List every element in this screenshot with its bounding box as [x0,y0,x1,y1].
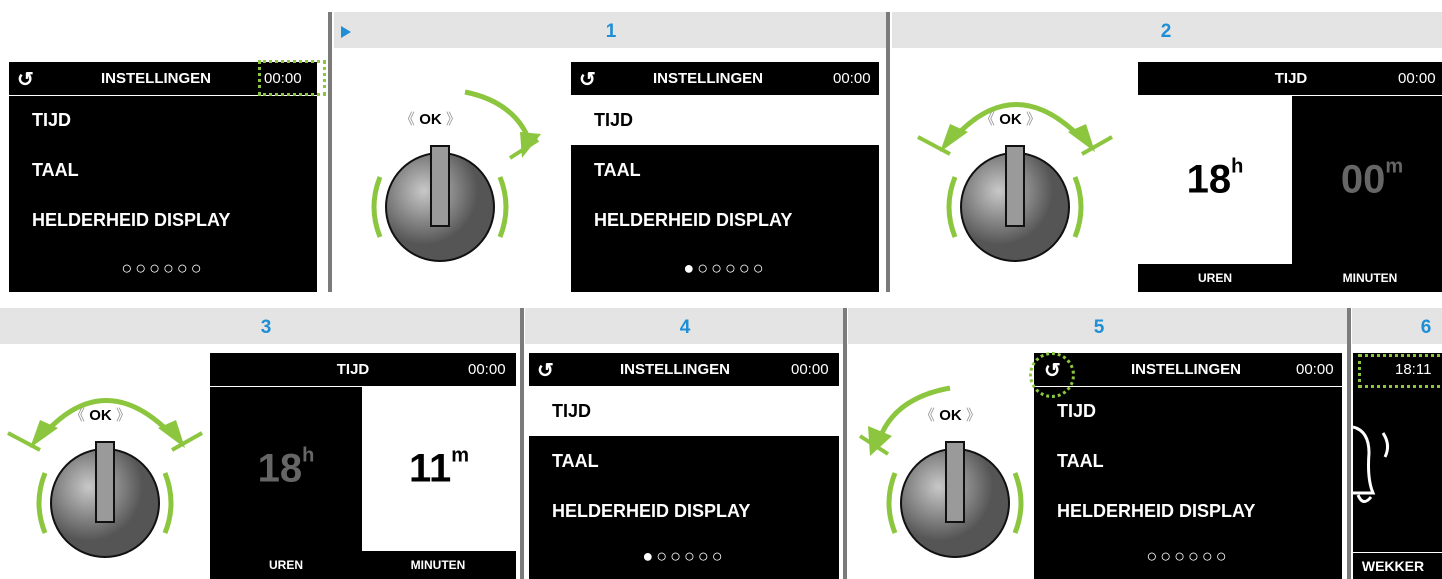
page-indicator: ○○○○○○ [121,258,205,278]
highlight-clock [1358,354,1442,388]
menu-item-taal[interactable]: TAAL [571,145,879,195]
minutes-label: MINUTEN [1342,271,1398,285]
hours-field[interactable]: 18h [210,387,362,551]
knob-label: 《 OK 》 [980,111,1041,128]
highlight-clock [258,60,326,96]
display-title: TIJD [1274,70,1308,87]
menu-item-tijd[interactable]: TIJD [9,95,317,145]
display-title: INSTELLINGEN [100,70,212,87]
hours-field[interactable]: 18h [1138,96,1292,264]
highlight-back [1029,352,1075,398]
clock: 00:00 [1296,361,1334,378]
step-number-4: 4 [679,317,691,338]
menu-item-helderheid[interactable]: HELDERHEID DISPLAY [529,486,839,536]
minutes-field[interactable]: 00m [1292,96,1442,264]
display-time-step3: TIJD 00:00 18h 11m UREN MINUTEN [210,353,516,579]
menu-item-taal[interactable]: TAAL [1034,436,1342,486]
hours-label: UREN [1197,271,1233,285]
back-icon[interactable]: ↺ [537,358,554,383]
display-topbar: ↺ INSTELLINGEN 00:00 [571,62,879,96]
play-icon [341,26,351,38]
page-indicator: ●○○○○○ [683,258,767,278]
display-title: INSTELLINGEN [1130,361,1242,378]
knob-label: 《 OK 》 [920,407,981,424]
display-time-step2: TIJD 00:00 18h 00m UREN MINUTEN [1138,62,1442,292]
clock: 00:00 [1398,70,1436,87]
step-number-2: 2 [1160,21,1172,42]
knob-label: 《 OK 》 [400,111,461,128]
display-topbar: TIJD 00:00 [1138,62,1442,96]
display-title: TIJD [336,361,370,378]
display-title: INSTELLINGEN [619,361,731,378]
clock: 00:00 [791,361,829,378]
time-footer: UREN MINUTEN [1138,264,1442,292]
separator [1347,308,1351,579]
back-icon[interactable]: ↺ [579,67,596,92]
separator [520,308,524,579]
separator [843,308,847,579]
menu-item-helderheid[interactable]: HELDERHEID DISPLAY [9,195,317,245]
menu-item-taal[interactable]: TAAL [529,436,839,486]
menu-item-tijd[interactable]: TIJD [571,95,879,145]
clock-footer: WEKKER [1353,552,1442,579]
minutes-label: MINUTEN [410,558,466,572]
minutes-field[interactable]: 11m [362,387,516,551]
menu-item-helderheid[interactable]: HELDERHEID DISPLAY [1034,486,1342,536]
step-number-3: 3 [260,317,272,338]
step-number-1: 1 [605,21,617,42]
separator [886,12,890,292]
step-number-6: 6 [1420,317,1432,338]
display-settings-start: ↺ INSTELLINGEN 00:00 TIJD TAAL HELDERHEI… [9,62,317,292]
menu-item-taal[interactable]: TAAL [9,145,317,195]
display-settings-step4: ↺ INSTELLINGEN 00:00 TIJD TAAL HELDERHEI… [529,353,839,579]
back-icon[interactable]: ↺ [17,67,34,92]
page-indicator: ●○○○○○ [642,546,726,566]
hours-label: UREN [268,558,304,572]
menu-item-tijd[interactable]: TIJD [1034,386,1342,436]
display-settings-step5: ↺ INSTELLINGEN 00:00 TIJD TAAL HELDERHEI… [1034,353,1342,579]
clock: 00:00 [833,70,871,87]
knob-label: 《 OK 》 [70,407,131,424]
menu-item-tijd[interactable]: TIJD [529,386,839,436]
display-topbar: TIJD 00:00 [210,353,516,387]
display-topbar: ↺ INSTELLINGEN 00:00 [1034,353,1342,387]
display-topbar: ↺ INSTELLINGEN 00:00 [529,353,839,387]
time-footer: UREN MINUTEN [210,551,516,579]
menu-item-helderheid[interactable]: HELDERHEID DISPLAY [571,195,879,245]
alarm-label: WEKKER [1361,558,1425,574]
display-settings-step1: ↺ INSTELLINGEN 00:00 TIJD TAAL HELDERHEI… [571,62,879,292]
page-indicator: ○○○○○○ [1146,546,1230,566]
step-number-5: 5 [1093,317,1105,338]
clock: 00:00 [468,361,506,378]
display-title: INSTELLINGEN [652,70,764,87]
separator [328,12,332,292]
bell-icon [1353,425,1390,503]
